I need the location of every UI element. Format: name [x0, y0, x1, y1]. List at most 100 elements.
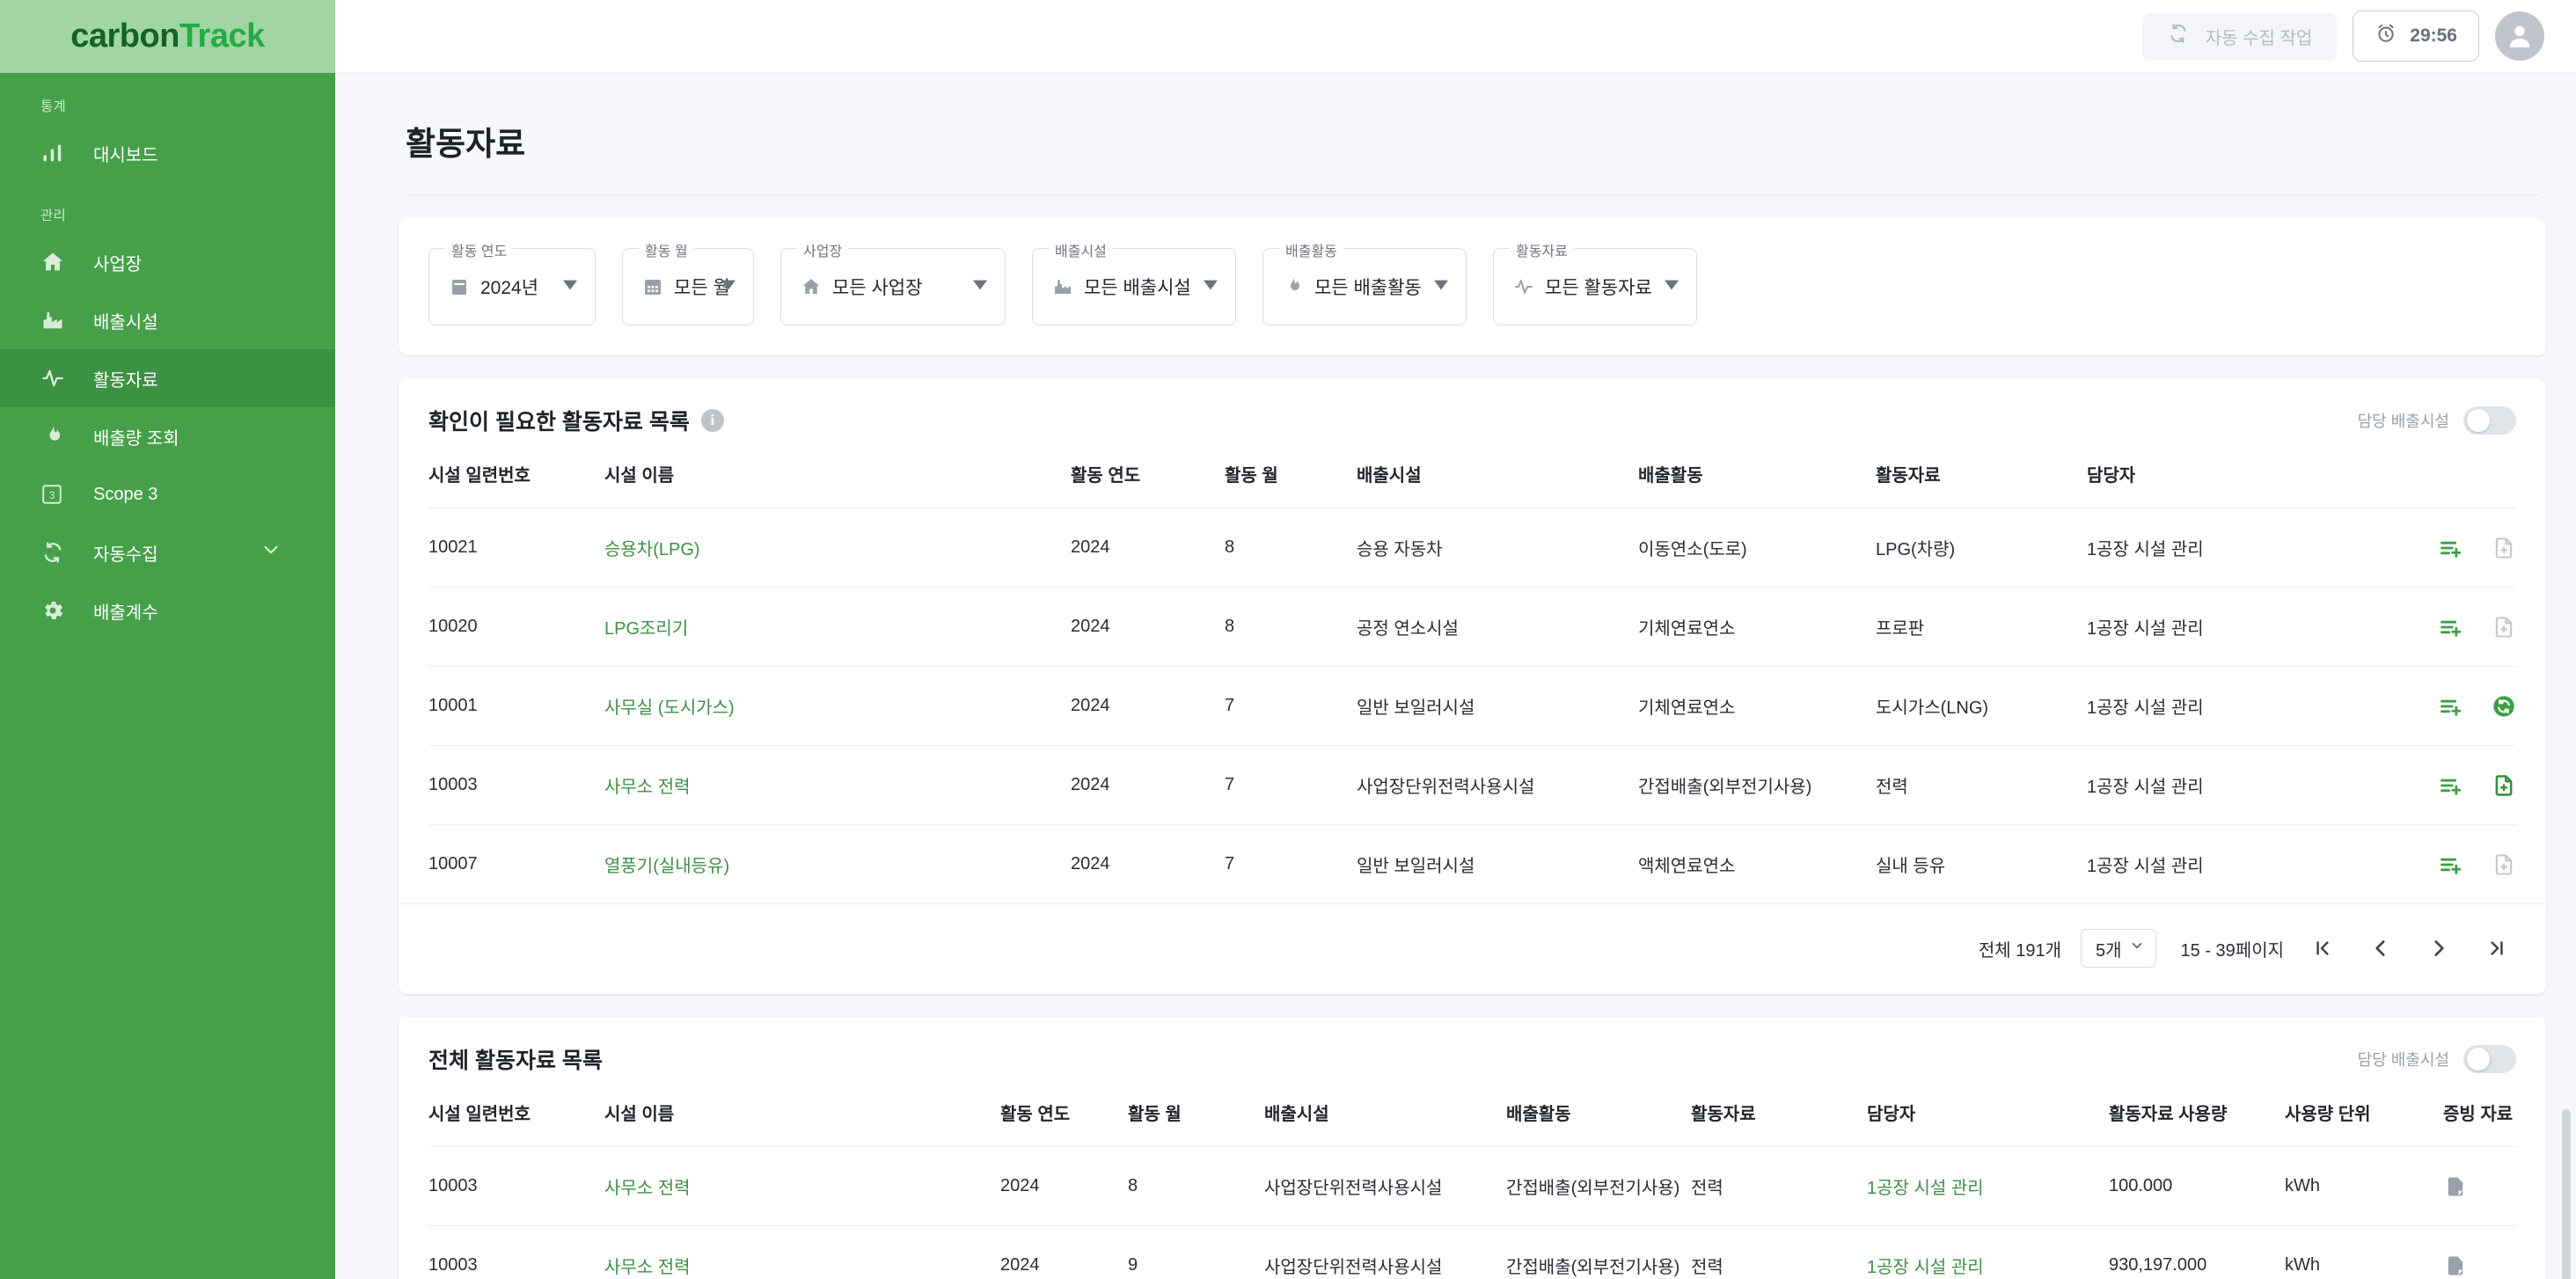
cell-name[interactable]: 사무소 전력 [604, 745, 1071, 825]
sidebar-item-emission-query[interactable]: 배출량 조회 [0, 407, 335, 465]
assigned-facility-toggle[interactable] [2463, 406, 2516, 435]
cell-activity: 액체연료연소 [1638, 824, 1876, 903]
sidebar-item-label: 활동자료 [93, 370, 158, 391]
sync-circle-icon[interactable] [2492, 694, 2516, 719]
cell-amount: 100.000 [2109, 1146, 2285, 1226]
cell-unit: kWh [2285, 1146, 2443, 1226]
cell-name[interactable]: 승용차(LPG) [604, 508, 1071, 588]
sidebar-item-dashboard[interactable]: 대시보드 [0, 124, 335, 182]
cell-name[interactable]: 사무소 전력 [604, 1225, 1000, 1279]
alarm-clock-icon [2375, 22, 2397, 50]
brand-logo[interactable]: carbonTrack [0, 0, 335, 73]
sidebar-item-label: Scope 3 [93, 484, 158, 504]
document-icon[interactable] [2443, 1253, 2468, 1278]
table-row[interactable]: 10021 승용차(LPG) 2024 8 승용 자동차 이동연소(도로) LP… [428, 508, 2516, 588]
session-timer-button[interactable]: 29:56 [2353, 11, 2479, 62]
add-list-entry-icon[interactable] [2439, 536, 2463, 560]
table-row[interactable]: 10003 사무소 전력 2024 7 사업장단위전력사용시설 간접배출(외부전… [428, 745, 2516, 825]
table-row[interactable]: 10020 LPG조리기 2024 8 공정 연소시설 기체연료연소 프로판 1… [428, 587, 2516, 667]
chevron-down-icon[interactable] [1434, 278, 1448, 296]
chevron-down-icon[interactable] [973, 278, 987, 296]
filter-value: 모든 사업장 [832, 278, 923, 298]
cell-month: 7 [1225, 824, 1357, 903]
table-row[interactable]: 10001 사무실 (도시가스) 2024 7 일반 보일러시설 기체연료연소 … [428, 666, 2516, 746]
first-page-icon[interactable] [2303, 929, 2342, 968]
auto-collect-job-button[interactable]: 자동 수집 작업 [2141, 12, 2338, 60]
table-row[interactable]: 10003 사무소 전력 2024 9 사업장단위전력사용시설 간접배출(외부전… [428, 1225, 2516, 1279]
cell-actions [2317, 745, 2516, 825]
add-list-entry-icon[interactable] [2439, 852, 2463, 877]
chevron-down-icon[interactable] [721, 278, 735, 296]
filter-label: 배출활동 [1279, 239, 1343, 260]
filter-activity-year[interactable]: 활동 연도 2024년 [428, 239, 596, 325]
assigned-facility-toggle[interactable] [2463, 1045, 2516, 1073]
chevron-down-icon[interactable] [563, 278, 577, 296]
document-icon[interactable] [2443, 1174, 2468, 1199]
cell-name[interactable]: LPG조리기 [604, 587, 1071, 667]
cell-year: 2024 [1000, 1146, 1128, 1226]
filter-activity-month[interactable]: 활동 월 모든 월 [622, 239, 754, 325]
cell-month: 7 [1225, 745, 1357, 825]
cell-name[interactable]: 사무실 (도시가스) [604, 666, 1071, 746]
main-area: 자동 수집 작업 29:56 활동자료 활동 연도 2024년 활동 월 모든 … [335, 0, 2576, 1279]
filter-value: 모든 배출시설 [1084, 278, 1191, 298]
file-plus-icon[interactable] [2492, 852, 2516, 877]
cell-actions [2317, 824, 2516, 903]
sidebar-item-auto-collect[interactable]: 자동수집 [0, 523, 335, 581]
file-plus-icon[interactable] [2492, 773, 2516, 798]
sidebar-item-scope3[interactable]: 3 Scope 3 [0, 465, 335, 523]
cell-activity: 간접배출(외부전기사용) [1638, 745, 1876, 825]
add-list-entry-icon[interactable] [2439, 694, 2463, 719]
chevron-down-icon[interactable] [1204, 278, 1218, 296]
cell-manager: 1공장 시설 관리 [2087, 508, 2318, 588]
file-plus-icon[interactable] [2492, 615, 2516, 640]
sidebar-item-emission-factor[interactable]: 배출계수 [0, 581, 335, 640]
cell-month: 8 [1128, 1146, 1264, 1226]
sidebar-item-activity-data[interactable]: 활동자료 [0, 349, 335, 407]
cell-manager[interactable]: 1공장 시설 관리 [1867, 1146, 2109, 1226]
cell-manager[interactable]: 1공장 시설 관리 [1867, 1225, 2109, 1279]
filter-emission-activity[interactable]: 배출활동 모든 배출활동 [1262, 239, 1467, 325]
last-page-icon[interactable] [2477, 929, 2516, 968]
cell-name[interactable]: 사무소 전력 [604, 1146, 1000, 1226]
pending-assigned-toggle-wrap: 담당 배출시설 [2358, 406, 2516, 435]
cell-year: 2024 [1000, 1225, 1128, 1279]
brand-logo-text: carbonTrack [70, 18, 265, 55]
cell-material: 전력 [1691, 1225, 1867, 1279]
cell-amount: 930,197.000 [2109, 1225, 2285, 1279]
scope3-icon: 3 [40, 482, 70, 507]
filter-emission-facility[interactable]: 배출시설 모든 배출시설 [1032, 239, 1236, 325]
page-scrollbar[interactable] [2562, 1109, 2571, 1279]
sidebar-item-emission-facility[interactable]: 배출시설 [0, 291, 335, 349]
cell-name[interactable]: 열풍기(실내등유) [604, 824, 1071, 903]
title-divider [406, 194, 2539, 195]
table-row[interactable]: 10003 사무소 전력 2024 8 사업장단위전력사용시설 간접배출(외부전… [428, 1146, 2516, 1226]
toggle-label: 담당 배출시설 [2357, 413, 2449, 430]
table-row[interactable]: 10007 열풍기(실내등유) 2024 7 일반 보일러시설 액체연료연소 실… [428, 824, 2516, 903]
cell-manager: 1공장 시설 관리 [2087, 666, 2318, 746]
sidebar-item-worksite[interactable]: 사업장 [0, 233, 335, 291]
cell-year: 2024 [1071, 745, 1225, 825]
info-icon[interactable]: i [700, 409, 724, 432]
chevron-down-icon[interactable] [1665, 278, 1679, 296]
page-size-select[interactable]: 5개 [2081, 929, 2156, 968]
sidebar-section-manage-label: 관리 [40, 208, 66, 223]
chevron-down-icon[interactable] [260, 538, 282, 566]
cell-serial: 10001 [428, 666, 604, 746]
app-root: carbonTrack 통계 대시보드 관리 사업장 배출시설 활동자료 배출량… [0, 0, 2576, 1279]
calendar-grid-icon [642, 276, 663, 297]
cell-material: 프로판 [1876, 587, 2087, 667]
col-serial: 시설 일련번호 [428, 1105, 531, 1124]
cell-facility: 공정 연소시설 [1357, 587, 1638, 667]
filter-label: 사업장 [797, 239, 849, 260]
add-list-entry-icon[interactable] [2439, 773, 2463, 798]
filter-worksite[interactable]: 사업장 모든 사업장 [780, 239, 1006, 325]
add-list-entry-icon[interactable] [2439, 615, 2463, 640]
session-timer-value: 29:56 [2410, 26, 2457, 46]
avatar[interactable] [2495, 11, 2544, 61]
file-plus-icon[interactable] [2492, 536, 2516, 560]
next-page-icon[interactable] [2419, 929, 2458, 968]
filter-activity-material[interactable]: 활동자료 모든 활동자료 [1493, 239, 1697, 325]
prev-page-icon[interactable] [2361, 929, 2400, 968]
cell-activity: 이동연소(도로) [1638, 508, 1876, 588]
